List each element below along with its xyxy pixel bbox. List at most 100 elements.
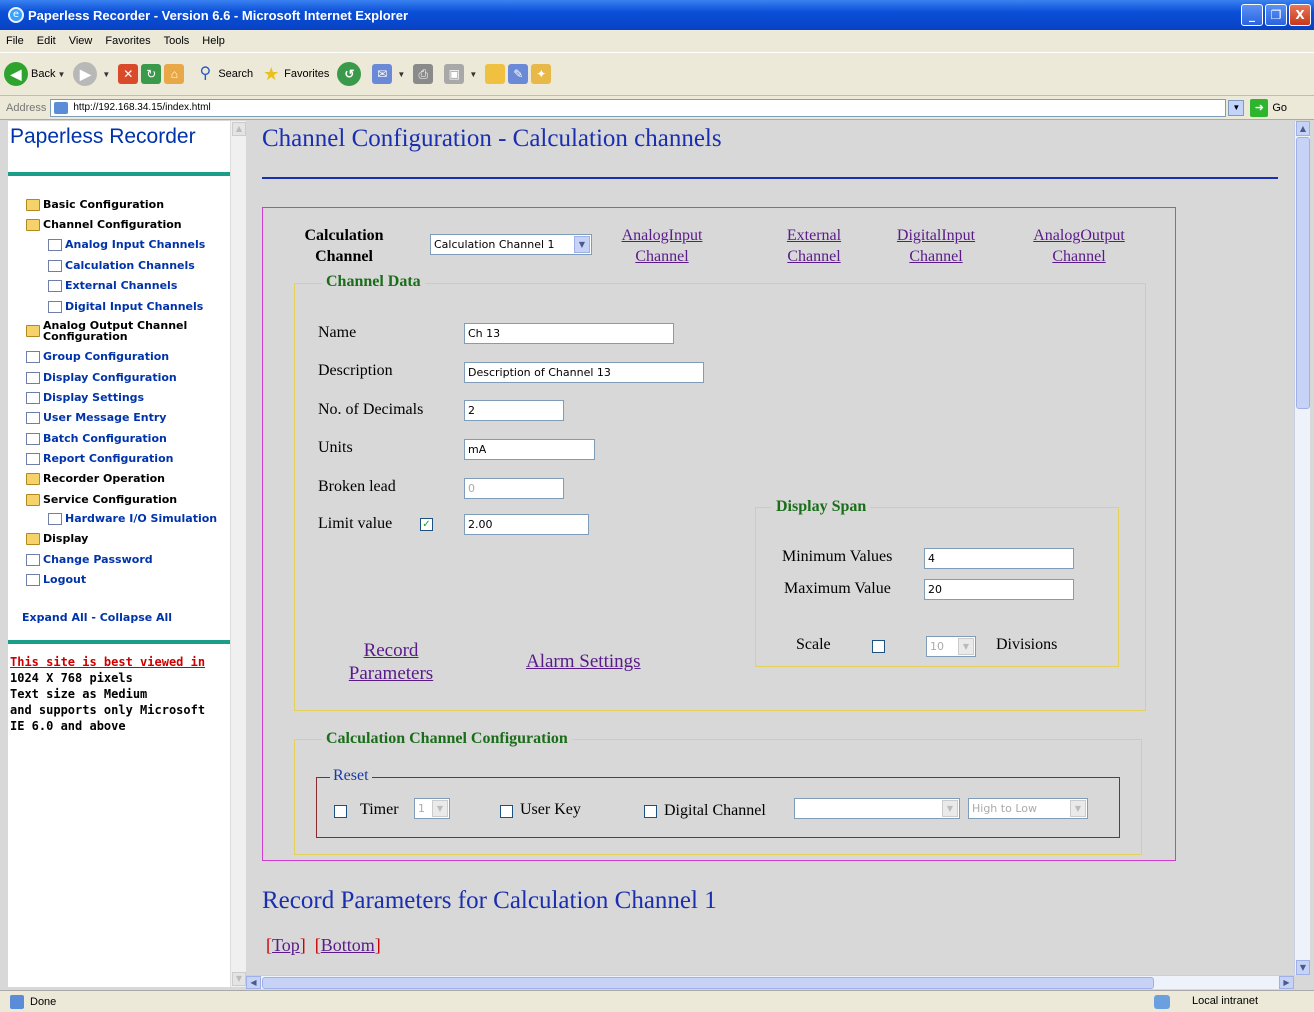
go-button[interactable]: ➜ — [1250, 98, 1269, 117]
menu-help[interactable]: Help — [202, 35, 225, 47]
limit-value-checkbox[interactable]: ✓ — [420, 518, 433, 531]
menu-edit[interactable]: Edit — [37, 35, 56, 47]
close-button[interactable]: X — [1289, 4, 1311, 26]
sidebar-item-display-configuration[interactable]: Display Configuration — [26, 372, 230, 384]
scroll-right-icon[interactable]: ▶ — [1279, 976, 1294, 989]
research-icon[interactable]: ✦ — [531, 64, 552, 84]
decimals-input[interactable]: 2 — [464, 400, 564, 421]
messenger-icon[interactable]: ✎ — [508, 64, 529, 84]
external-channel-link[interactable]: External Channel — [774, 225, 854, 267]
maximum-value-input[interactable]: 20 — [924, 579, 1074, 600]
horizontal-scroll-thumb[interactable] — [262, 977, 1154, 989]
expand-collapse-all-link[interactable]: Expand All - Collapse All — [22, 611, 172, 624]
menu-tools[interactable]: Tools — [164, 35, 190, 47]
menu-view[interactable]: View — [69, 35, 93, 47]
document-icon — [26, 574, 40, 586]
back-button[interactable]: ◀ Back ▼ — [4, 62, 65, 86]
sidebar-item-digital-input-channels[interactable]: Digital Input Channels — [48, 301, 252, 313]
timer-select[interactable]: 1 ▼ — [414, 798, 450, 819]
sidebar-item-calculation-channels[interactable]: Calculation Channels — [48, 260, 252, 272]
forward-button[interactable]: ▶ ▼ — [73, 62, 110, 86]
digital-input-channel-link[interactable]: DigitalInput Channel — [882, 225, 990, 267]
horizontal-scrollbar[interactable]: ◀ ▶ — [246, 975, 1294, 989]
scroll-down-icon[interactable]: ▼ — [232, 972, 246, 986]
refresh-icon[interactable]: ↻ — [141, 64, 162, 84]
folder-icon — [26, 325, 40, 337]
stop-icon[interactable]: ✕ — [118, 64, 139, 84]
top-link[interactable]: Top — [272, 935, 300, 955]
analog-output-channel-link[interactable]: AnalogOutput Channel — [1020, 225, 1138, 267]
sidebar-item-recorder-operation[interactable]: Recorder Operation — [26, 473, 230, 485]
sidebar-item-basic-configuration[interactable]: Basic Configuration — [26, 199, 230, 211]
minimum-value-input[interactable]: 4 — [924, 548, 1074, 569]
document-icon — [48, 513, 62, 525]
folder-open-icon — [26, 219, 40, 231]
sidebar-item-report-configuration[interactable]: Report Configuration — [26, 453, 230, 465]
reset-legend: Reset — [330, 767, 372, 785]
channel-select[interactable]: Calculation Channel 1 ▼ — [430, 234, 592, 255]
record-parameters-link[interactable]: Record Parameters — [338, 639, 444, 685]
document-icon — [48, 301, 62, 313]
decimals-label: No. of Decimals — [318, 401, 424, 418]
digital-channel-checkbox[interactable] — [644, 805, 657, 818]
bottom-link[interactable]: Bottom — [321, 935, 375, 955]
favorites-button[interactable]: ★ Favorites — [261, 64, 329, 84]
sidebar-divider — [8, 172, 230, 176]
menu-file[interactable]: File — [6, 35, 24, 47]
divisions-select[interactable]: 10 ▼ — [926, 636, 976, 657]
print-icon[interactable]: ⎙ — [413, 64, 434, 84]
sidebar-item-display-settings[interactable]: Display Settings — [26, 392, 230, 404]
scroll-up-icon[interactable]: ▲ — [232, 122, 246, 136]
search-button[interactable]: ⚲ Search — [195, 64, 253, 84]
edge-select[interactable]: High to Low ▼ — [968, 798, 1088, 819]
sidebar-item-hardware-io-simulation[interactable]: Hardware I/O Simulation — [48, 513, 252, 525]
digital-channel-select[interactable]: ▼ — [794, 798, 960, 819]
address-dropdown-button[interactable]: ▼ — [1228, 99, 1245, 116]
edit-icon[interactable]: ▣ — [444, 64, 465, 84]
scale-checkbox[interactable] — [872, 640, 885, 653]
broken-lead-input[interactable]: 0 — [464, 478, 564, 499]
sidebar-item-logout[interactable]: Logout — [26, 574, 230, 586]
units-input[interactable]: mA — [464, 439, 595, 460]
top-bottom-nav: [Top] [Bottom] — [266, 935, 381, 955]
alarm-settings-link[interactable]: Alarm Settings — [526, 650, 641, 673]
timer-checkbox[interactable] — [334, 805, 347, 818]
heading-divider — [262, 177, 1278, 179]
mail-icon[interactable]: ✉ — [372, 64, 393, 84]
vertical-scroll-thumb[interactable] — [1296, 137, 1310, 409]
sidebar-item-group-configuration[interactable]: Group Configuration — [26, 351, 230, 363]
sidebar-item-change-password[interactable]: Change Password — [26, 554, 230, 566]
address-url: http://192.168.34.15/index.html — [73, 102, 211, 113]
sidebar-item-external-channels[interactable]: External Channels — [48, 280, 252, 292]
sidebar-item-channel-configuration[interactable]: Channel Configuration — [26, 219, 230, 231]
home-icon[interactable]: ⌂ — [164, 64, 185, 84]
sidebar-divider — [8, 640, 230, 644]
menu-favorites[interactable]: Favorites — [105, 35, 150, 47]
sidebar-item-service-configuration[interactable]: Service Configuration — [26, 494, 230, 506]
folder-icon[interactable] — [485, 64, 506, 84]
user-key-checkbox[interactable] — [500, 805, 513, 818]
address-input[interactable]: http://192.168.34.15/index.html — [50, 98, 1227, 117]
description-input[interactable]: Description of Channel 13 — [464, 362, 704, 383]
sidebar-scrollbar[interactable]: ▲ ▼ — [230, 121, 246, 987]
document-icon — [26, 351, 40, 363]
sidebar-item-user-message-entry[interactable]: User Message Entry — [26, 412, 230, 424]
sidebar-item-analog-output-channel-configuration[interactable]: Analog Output Channel Configuration — [26, 320, 196, 342]
display-span-legend: Display Span — [772, 498, 871, 516]
sidebar-item-display[interactable]: Display — [26, 533, 230, 545]
folder-icon — [26, 533, 40, 545]
maximize-button[interactable]: ❐ — [1265, 4, 1287, 26]
sidebar-item-batch-configuration[interactable]: Batch Configuration — [26, 433, 230, 445]
scroll-down-icon[interactable]: ▼ — [1296, 960, 1310, 975]
scroll-left-icon[interactable]: ◀ — [246, 976, 261, 989]
limit-value-input[interactable]: 2.00 — [464, 514, 589, 535]
vertical-scrollbar[interactable]: ▲ ▼ — [1294, 121, 1310, 975]
notice-heading-link[interactable]: This site is best viewed in — [10, 654, 230, 670]
sidebar-item-analog-input-channels[interactable]: Analog Input Channels — [48, 239, 252, 251]
minimize-button[interactable]: _ — [1241, 4, 1263, 26]
analog-input-channel-link[interactable]: AnalogInput Channel — [608, 225, 716, 267]
name-input[interactable]: Ch 13 — [464, 323, 674, 344]
go-label[interactable]: Go — [1272, 102, 1287, 114]
history-icon[interactable]: ↺ — [337, 62, 362, 86]
scroll-up-icon[interactable]: ▲ — [1296, 121, 1310, 136]
